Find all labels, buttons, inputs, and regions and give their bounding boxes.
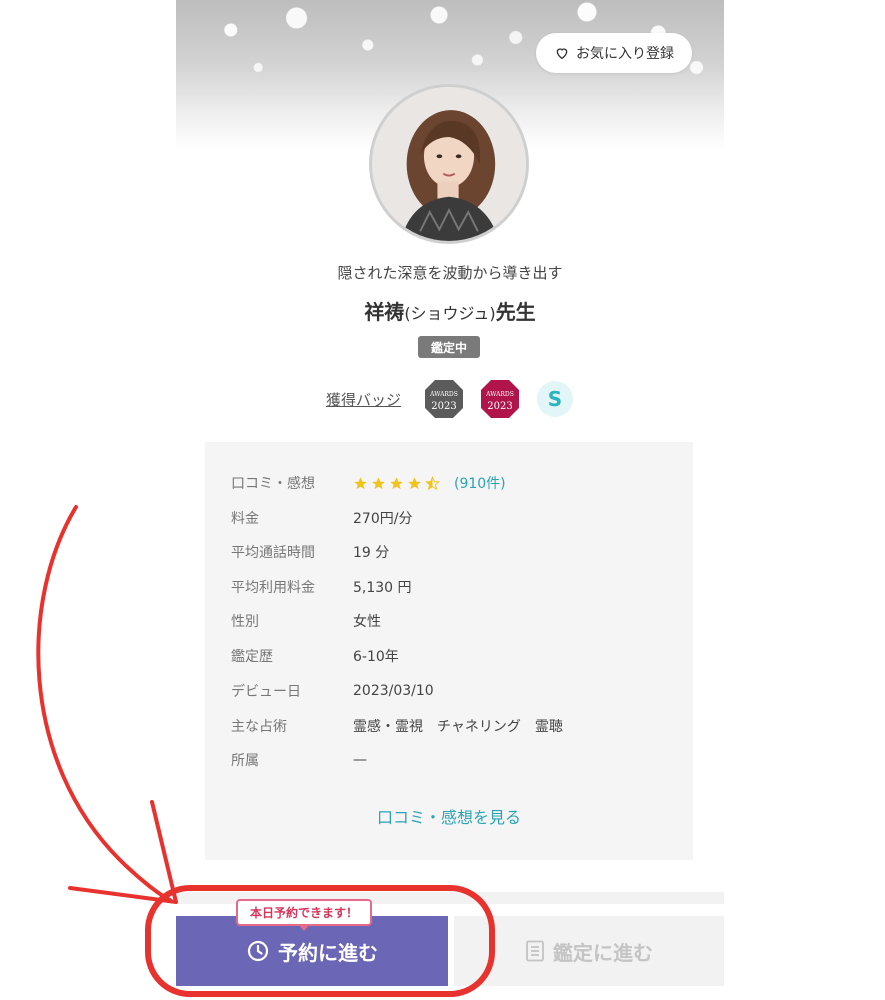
svg-text:2023: 2023 <box>431 401 456 412</box>
tagline: 隠された深意を波動から導き出す <box>337 264 563 282</box>
fortune-teller-name: 祥祷(ショウジュ)先生 <box>176 296 724 325</box>
avatar-image <box>372 87 526 241</box>
star-rating <box>353 475 440 491</box>
info-value: 270円/分 <box>353 511 413 527</box>
svg-text:2023: 2023 <box>487 401 512 412</box>
info-key: 鑑定歴 <box>231 649 273 665</box>
star-icon <box>390 476 403 489</box>
info-row: 主な占術 霊感・霊視 チャネリング 霊聴 <box>231 709 563 743</box>
info-key: 主な占術 <box>231 719 287 735</box>
annotation-arrow <box>36 505 172 902</box>
s-badge-icon: S <box>535 379 575 419</box>
info-row: 所属 — <box>231 743 367 777</box>
awards-2023-gray-badge-icon: AWARDS 2023 <box>423 378 465 420</box>
star-icon <box>408 476 421 489</box>
awards-2023-red-badge-icon: AWARDS 2023 <box>479 378 521 420</box>
clock-icon <box>247 940 269 962</box>
name-honorific: 先生 <box>495 300 536 324</box>
reservation-available-bubble: 本日予約できます！ <box>236 899 373 931</box>
svg-text:S: S <box>548 387 562 411</box>
info-key: 口コミ・感想 <box>231 476 315 492</box>
name-main: 祥祷 <box>364 300 405 324</box>
view-reviews-link[interactable]: 口コミ・感想を見る <box>205 804 693 828</box>
svg-text:AWARDS: AWARDS <box>429 391 458 398</box>
info-row: デビュー日 2023/03/10 <box>231 674 434 708</box>
info-value: 6-10年 <box>353 649 399 665</box>
heart-outline-icon <box>556 48 568 60</box>
star-icon <box>354 476 367 489</box>
badges-link[interactable]: 獲得バッジ <box>326 389 401 410</box>
info-key: デビュー日 <box>231 684 301 700</box>
info-key: 平均通話時間 <box>231 545 315 561</box>
badges-row: 獲得バッジ AWARDS 2023 AWARDS 2023 S <box>326 378 575 420</box>
name-kana: (ショウジュ) <box>404 304 496 323</box>
info-panel: 口コミ・感想 (910件) 料金 270円/分 平均通話時間 19 分 平均利用… <box>205 442 693 860</box>
info-value: — <box>353 752 367 768</box>
annotation-arrowhead <box>68 800 178 904</box>
review-count-link[interactable]: (910件) <box>454 473 506 493</box>
info-value: 女性 <box>353 614 381 630</box>
info-value: 霊感・霊視 チャネリング 霊聴 <box>353 719 563 735</box>
status-badge: 鑑定中 <box>418 336 480 358</box>
avatar <box>369 84 529 244</box>
favorite-label: お気に入り登録 <box>576 46 674 62</box>
consult-button[interactable]: 鑑定に進む <box>454 916 724 986</box>
info-value: 19 分 <box>353 545 390 561</box>
info-key: 料金 <box>231 511 259 527</box>
info-row: 鑑定歴 6-10年 <box>231 639 399 673</box>
info-row: 料金 270円/分 <box>231 501 412 535</box>
info-key: 平均利用料金 <box>231 580 315 596</box>
info-row: 性別 女性 <box>231 604 381 638</box>
star-icon <box>372 476 385 489</box>
info-key: 所属 <box>231 753 259 769</box>
consult-label: 鑑定に進む <box>553 940 653 965</box>
info-value: 5,130 円 <box>353 580 412 596</box>
info-row-reviews: 口コミ・感想 (910件) <box>231 466 506 500</box>
svg-text:AWARDS: AWARDS <box>485 391 514 398</box>
favorite-button[interactable]: お気に入り登録 <box>536 33 692 73</box>
info-key: 性別 <box>231 614 259 630</box>
reserve-button[interactable]: 予約に進む <box>176 916 448 986</box>
info-row: 平均通話時間 19 分 <box>231 535 389 569</box>
document-icon <box>526 940 544 962</box>
reserve-label: 予約に進む <box>278 940 378 965</box>
half-star-icon <box>425 475 440 490</box>
profile-card: お気に入り登録 隠された深意を波動から導き出す 祥祷(ショウジュ)先生 鑑定中 … <box>176 0 724 1000</box>
info-value: 2023/03/10 <box>353 683 434 699</box>
info-row: 平均利用料金 5,130 円 <box>231 570 412 604</box>
